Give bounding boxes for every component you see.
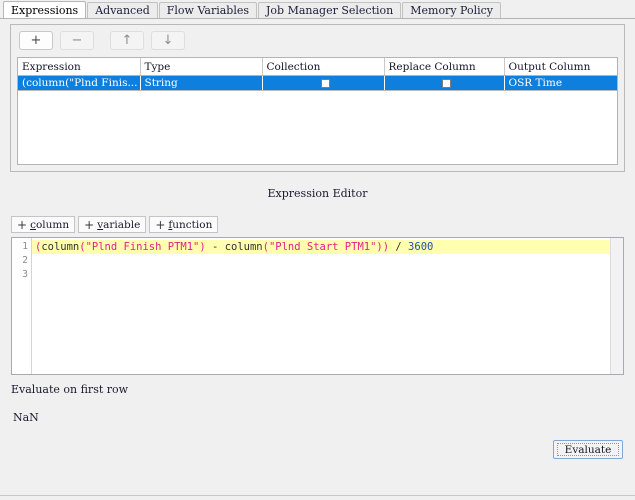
add-expression-button[interactable]: + [19,31,53,50]
code-token-str: "Plnd Finish PTM1" [85,241,200,253]
code-token-str: "Plnd Start PTM1" [268,241,377,253]
evaluate-on-first-row-label: Evaluate on first row [11,383,129,396]
column-header-collection[interactable]: Collection [262,58,385,76]
expression-table[interactable]: Expression Type Collection Replace Colum… [17,57,618,165]
code-token-paren: )) [376,241,390,253]
bottom-divider [0,495,635,496]
tab-flow-variables[interactable]: Flow Variables [158,2,257,19]
collection-checkbox[interactable] [320,78,330,88]
expressions-dialog: Expressions Advanced Flow Variables Job … [0,0,635,500]
insert-function-rest: unction [172,218,213,231]
table-header-row: Expression Type Collection Replace Colum… [18,58,617,76]
table-row[interactable]: (column("Plnd Finis... String OSR Time [18,75,617,91]
code-editor[interactable]: 1 2 3 (column("Plnd Finish PTM1") - colu… [11,237,624,375]
code-line-2[interactable] [32,254,623,268]
tab-memory-policy[interactable]: Memory Policy [402,2,502,19]
editor-vertical-scrollbar[interactable] [610,238,623,374]
insert-column-label: column [30,219,69,231]
tab-job-manager-selection-label: Job Manager Selection [266,4,394,17]
cell-output-column[interactable]: OSR Time [504,75,617,91]
move-down-button[interactable]: ↓ [151,31,185,50]
cell-collection[interactable] [262,75,385,91]
code-token-op: - [205,241,225,253]
evaluate-button[interactable]: Evaluate [553,440,623,459]
replace-column-checkbox[interactable] [441,78,451,88]
code-token-func: column [41,241,80,253]
insert-column-rest: olumn [35,218,70,231]
plus-icon: + [84,217,95,232]
expressions-panel: + − ↑ ↓ Expression Type Collection Repla… [0,18,635,500]
cell-type[interactable]: String [140,75,263,91]
evaluate-button-label: Evaluate [557,443,619,456]
cell-replace-column[interactable] [384,75,505,91]
remove-expression-button[interactable]: − [60,31,94,50]
column-header-replace-column[interactable]: Replace Column [384,58,505,76]
code-token-func: column [224,241,263,253]
tab-memory-policy-label: Memory Policy [410,4,494,17]
tab-expressions[interactable]: Expressions [3,1,87,19]
move-up-button[interactable]: ↑ [110,31,144,50]
plus-icon: + [30,33,42,48]
line-number: 2 [22,255,28,266]
tab-bar: Expressions Advanced Flow Variables Job … [0,0,635,19]
expression-list-section: + − ↑ ↓ Expression Type Collection Repla… [10,24,625,172]
evaluation-result-value: NaN [13,411,39,424]
code-line-3[interactable] [32,268,623,282]
arrow-up-icon: ↑ [121,33,133,48]
minus-icon: − [71,33,83,48]
line-number: 3 [22,269,28,280]
insert-variable-button[interactable]: + variable [78,216,147,233]
tab-advanced[interactable]: Advanced [87,2,158,19]
insert-variable-label: variable [97,219,140,231]
plus-icon: + [17,217,28,232]
insert-variable-rest: ariable [103,218,141,231]
insert-buttons: + column + variable + function [11,216,219,233]
line-number: 1 [22,241,28,252]
line-number-gutter: 1 2 3 [12,238,32,374]
list-toolbar: + − ↑ ↓ [19,31,185,50]
insert-function-label: function [168,219,212,231]
tab-advanced-label: Advanced [95,4,150,17]
code-line-1[interactable]: (column("Plnd Finish PTM1") - column("Pl… [32,240,623,254]
column-header-output-column[interactable]: Output Column [504,58,617,76]
tab-flow-variables-label: Flow Variables [166,4,249,17]
column-header-type[interactable]: Type [140,58,263,76]
tab-expressions-label: Expressions [11,4,79,17]
expression-editor-title: Expression Editor [267,187,368,200]
tab-job-manager-selection[interactable]: Job Manager Selection [258,2,402,19]
code-token-num: 3600 [408,241,434,253]
code-text-area[interactable]: (column("Plnd Finish PTM1") - column("Pl… [32,238,623,374]
insert-function-button[interactable]: + function [149,216,219,233]
insert-column-button[interactable]: + column [11,216,76,233]
plus-icon: + [155,217,166,232]
arrow-down-icon: ↓ [162,33,174,48]
column-header-expression[interactable]: Expression [18,58,141,76]
cell-expression[interactable]: (column("Plnd Finis... [18,75,141,91]
code-token-op: / [389,241,409,253]
